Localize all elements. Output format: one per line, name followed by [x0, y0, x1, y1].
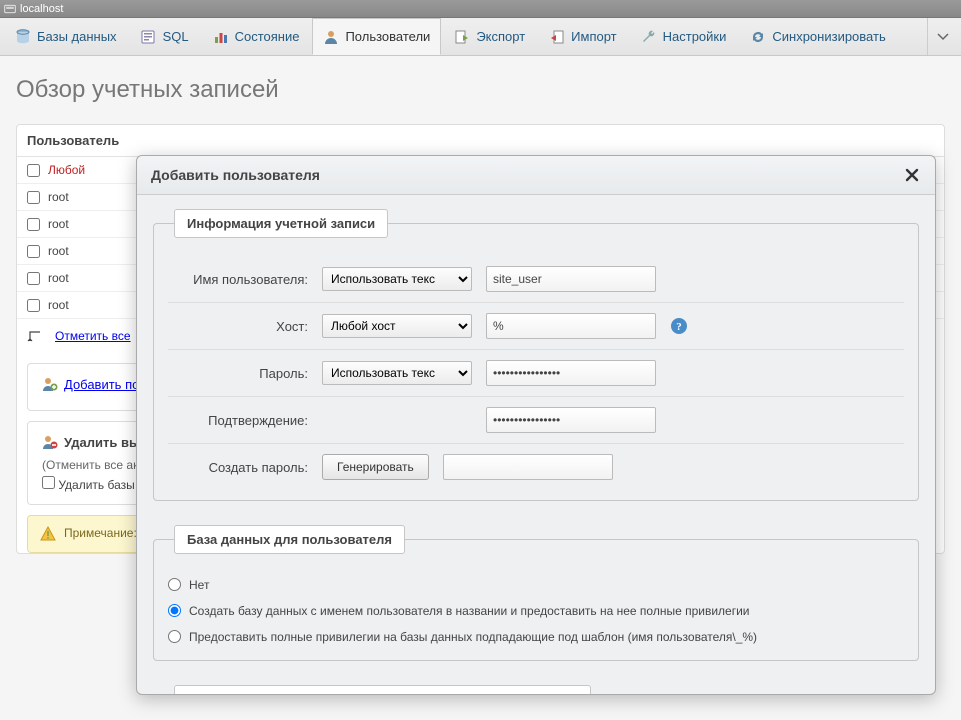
- global-privileges-group: Глобальные привилегии (Отметить все / Сн…: [153, 685, 919, 694]
- radio-none-label: Нет: [189, 576, 209, 594]
- user-checkbox[interactable]: [27, 245, 40, 258]
- dialog-title: Добавить пользователя: [151, 167, 320, 183]
- close-icon: [905, 168, 919, 182]
- import-icon: [549, 29, 565, 45]
- users-header: Пользователь: [17, 125, 944, 157]
- sql-icon: [141, 29, 157, 45]
- tab-export[interactable]: Экспорт: [443, 18, 536, 55]
- tab-databases-label: Базы данных: [37, 29, 117, 44]
- row-confirm: Подтверждение:: [168, 397, 904, 444]
- row-password: Пароль: Использовать текс: [168, 350, 904, 397]
- radio-none[interactable]: [168, 578, 181, 591]
- select-host-mode[interactable]: Любой хост: [322, 314, 472, 338]
- tab-export-label: Экспорт: [476, 29, 525, 44]
- dialog-titlebar[interactable]: Добавить пользователя: [137, 156, 935, 195]
- database-for-user-group: База данных для пользователя Нет Создать…: [153, 525, 919, 661]
- warning-icon: [40, 526, 56, 542]
- row-generate: Создать пароль: Генерировать: [168, 444, 904, 490]
- user-checkbox[interactable]: [27, 272, 40, 285]
- delete-users-label: Удалить вы: [64, 435, 140, 450]
- row-username: Имя пользователя: Использовать текс: [168, 256, 904, 303]
- main-tabs: Базы данных SQL Состояние Пользователи Э…: [0, 18, 961, 56]
- radio-grant-label: Предоставить полные привилегии на базы д…: [189, 628, 757, 646]
- user-name: root: [48, 298, 138, 312]
- add-user-dialog: Добавить пользователя Информация учетной…: [136, 155, 936, 695]
- user-checkbox[interactable]: [27, 299, 40, 312]
- users-icon: [323, 29, 339, 45]
- tab-more[interactable]: [927, 18, 957, 55]
- radio-create[interactable]: [168, 604, 181, 617]
- user-checkbox[interactable]: [27, 164, 40, 177]
- tab-databases[interactable]: Базы данных: [4, 18, 128, 55]
- input-username[interactable]: [486, 266, 656, 292]
- label-password: Пароль:: [168, 366, 308, 381]
- label-host: Хост:: [168, 319, 308, 334]
- dialog-close-button[interactable]: [903, 166, 921, 184]
- input-password[interactable]: [486, 360, 656, 386]
- wrench-icon: [641, 29, 657, 45]
- export-icon: [454, 29, 470, 45]
- user-checkbox[interactable]: [27, 218, 40, 231]
- tab-import-label: Импорт: [571, 29, 616, 44]
- tab-users[interactable]: Пользователи: [312, 18, 441, 55]
- tab-sql-label: SQL: [163, 29, 189, 44]
- global-privileges-legend: Глобальные привилегии (Отметить все / Сн…: [174, 685, 591, 694]
- user-name: Любой: [48, 163, 138, 177]
- account-info-legend: Информация учетной записи: [174, 209, 388, 238]
- tab-sql[interactable]: SQL: [130, 18, 200, 55]
- radio-none-row[interactable]: Нет: [168, 572, 904, 598]
- radio-grant[interactable]: [168, 630, 181, 643]
- delete-user-icon: [42, 434, 58, 450]
- sync-icon: [750, 29, 766, 45]
- server-bar: localhost: [0, 0, 961, 18]
- radio-grant-row[interactable]: Предоставить полные привилегии на базы д…: [168, 624, 904, 650]
- input-generated[interactable]: [443, 454, 613, 480]
- tab-users-label: Пользователи: [345, 29, 430, 44]
- select-username-mode[interactable]: Использовать текс: [322, 267, 472, 291]
- generate-button[interactable]: Генерировать: [322, 454, 429, 480]
- tab-status-label: Состояние: [235, 29, 300, 44]
- col-user: Пользователь: [27, 133, 119, 148]
- radio-create-row[interactable]: Создать базу данных с именем пользовател…: [168, 598, 904, 624]
- account-info-group: Информация учетной записи Имя пользовате…: [153, 209, 919, 501]
- status-icon: [213, 29, 229, 45]
- database-icon: [15, 29, 31, 45]
- drop-dbs-checkbox[interactable]: [42, 476, 55, 489]
- user-name: root: [48, 244, 138, 258]
- tab-import[interactable]: Импорт: [538, 18, 627, 55]
- drop-dbs-label: Удалить базы д: [58, 478, 145, 492]
- row-host: Хост: Любой хост ?: [168, 303, 904, 350]
- check-all-arrow-icon: [27, 329, 45, 343]
- label-generate: Создать пароль:: [168, 460, 308, 475]
- check-all-link[interactable]: Отметить все: [55, 329, 131, 343]
- add-user-icon: [42, 376, 58, 392]
- user-checkbox[interactable]: [27, 191, 40, 204]
- page-title: Обзор учетных записей: [16, 76, 945, 104]
- radio-create-label: Создать базу данных с именем пользовател…: [189, 602, 750, 620]
- svg-text:?: ?: [676, 321, 682, 333]
- input-confirm[interactable]: [486, 407, 656, 433]
- server-host: localhost: [20, 3, 63, 15]
- tab-sync[interactable]: Синхронизировать: [739, 18, 896, 55]
- server-icon: [4, 4, 16, 14]
- tab-sync-label: Синхронизировать: [772, 29, 885, 44]
- tab-settings[interactable]: Настройки: [630, 18, 738, 55]
- label-username: Имя пользователя:: [168, 272, 308, 287]
- input-host[interactable]: [486, 313, 656, 339]
- chevron-down-icon: [937, 33, 949, 41]
- user-name: root: [48, 271, 138, 285]
- tab-settings-label: Настройки: [663, 29, 727, 44]
- drop-dbs-row[interactable]: Удалить базы д: [42, 478, 145, 492]
- user-name: root: [48, 217, 138, 231]
- help-icon[interactable]: ?: [670, 317, 688, 335]
- dialog-body: Информация учетной записи Имя пользовате…: [137, 195, 935, 694]
- tab-status[interactable]: Состояние: [202, 18, 311, 55]
- user-name: root: [48, 190, 138, 204]
- database-for-user-legend: База данных для пользователя: [174, 525, 405, 554]
- select-password-mode[interactable]: Использовать текс: [322, 361, 472, 385]
- label-confirm: Подтверждение:: [168, 413, 308, 428]
